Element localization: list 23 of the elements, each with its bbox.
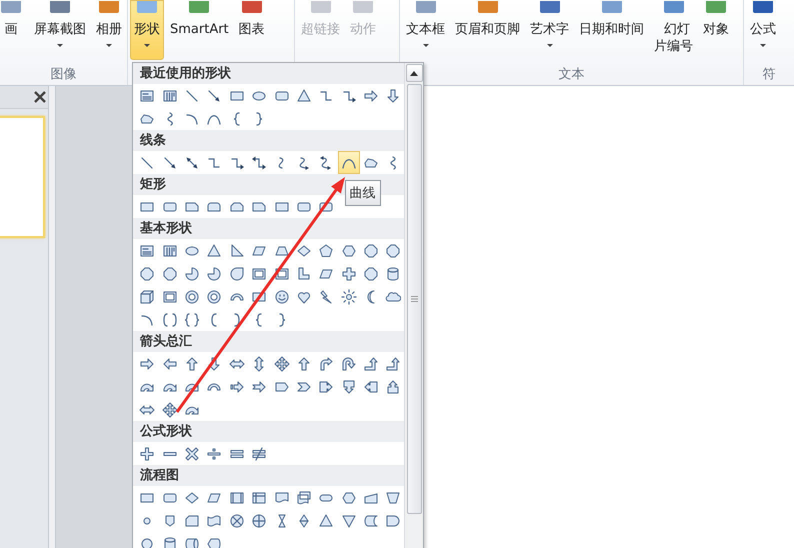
ribbon-button[interactable]: 页眉和页脚 <box>451 0 524 60</box>
tooltip: 曲线 <box>344 180 381 206</box>
ribbon-button[interactable]: 相册 <box>92 0 126 60</box>
ribbon-button[interactable]: 形状 <box>130 0 164 60</box>
section-header: 最近使用的形状 <box>133 63 404 84</box>
group-label: 符 <box>762 66 776 82</box>
ribbon-button[interactable]: 画 <box>0 0 28 60</box>
ribbon-button[interactable]: 公式 <box>746 0 780 60</box>
ribbon-button[interactable]: SmartArt <box>166 0 233 60</box>
ribbon-button[interactable]: 屏幕截图 <box>30 0 90 60</box>
section-header: 基本形状 <box>133 218 404 239</box>
group-label: 文本 <box>558 66 584 82</box>
ribbon-button[interactable]: 日期和时间 <box>575 0 648 60</box>
ribbon-button[interactable]: 对象 <box>699 0 733 60</box>
section-header: 公式形状 <box>133 421 404 442</box>
ribbon-button[interactable]: 文本框 <box>402 0 449 60</box>
group-label: 图像 <box>50 66 76 82</box>
section-header: 流程图 <box>133 465 404 486</box>
ribbon-button[interactable]: 幻灯片编号 <box>650 0 697 60</box>
ribbon-button[interactable]: 图表 <box>234 0 269 60</box>
ribbon-button[interactable]: 艺术字 <box>526 0 573 60</box>
section-header: 箭头总汇 <box>133 331 404 352</box>
section-header: 线条 <box>133 130 404 151</box>
